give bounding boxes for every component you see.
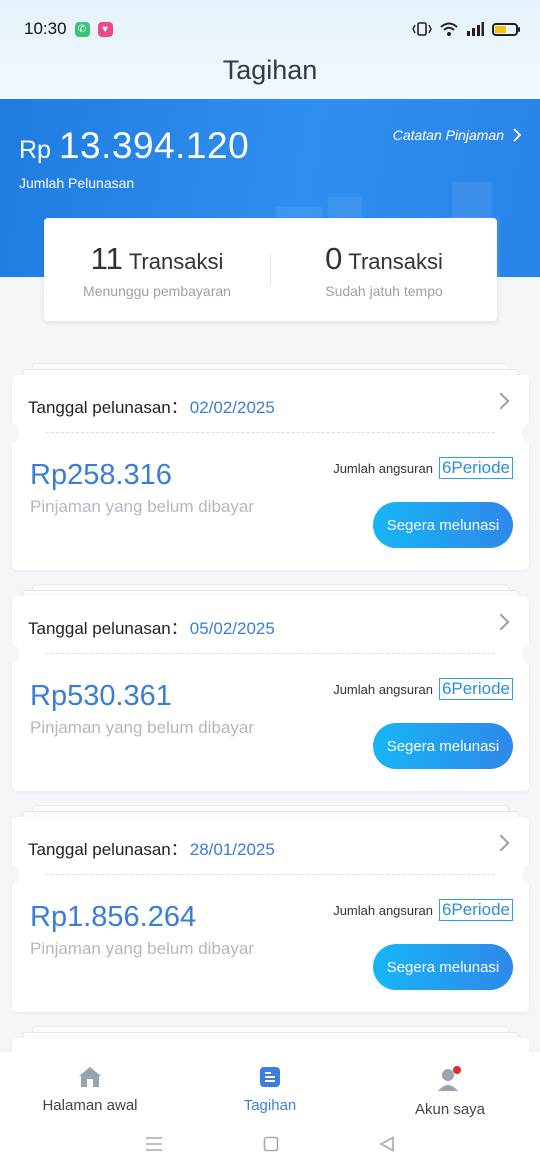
battery-icon: [492, 22, 520, 36]
chevron-right-icon: [513, 128, 522, 142]
menu-icon[interactable]: [145, 1137, 163, 1151]
overdue-transactions[interactable]: 0 Transaksi Sudah jatuh tempo: [271, 241, 497, 299]
due-date-label: Tanggal pelunasan：: [28, 619, 188, 638]
chevron-right-icon[interactable]: [492, 613, 510, 631]
total-amount: Rp 13.394.120: [19, 125, 249, 167]
installment-label: Jumlah angsuran: [333, 460, 433, 476]
currency-label: Rp: [19, 136, 51, 164]
wifi-icon: [440, 22, 458, 36]
overdue-label: Sudah jatuh tempo: [325, 282, 443, 299]
pending-label: Menunggu pembayaran: [83, 282, 231, 299]
total-amount-label: Jumlah Pelunasan: [19, 175, 135, 191]
nav-account-label: Akun saya: [414, 1101, 486, 1118]
page-title: Tagihan: [222, 55, 318, 85]
nav-account[interactable]: Akun saya: [360, 1052, 540, 1124]
installment-label: Jumlah angsuran: [333, 902, 433, 918]
account-icon: [438, 1066, 461, 1091]
installment-periods: 6Periode: [438, 678, 513, 700]
chevron-right-icon[interactable]: [492, 392, 510, 410]
due-date-row: Tanggal pelunasan： 02/02/2025: [28, 393, 275, 418]
loan-history-link[interactable]: Catatan Pinjaman: [393, 127, 522, 143]
nav-bills-label: Tagihan: [243, 1097, 297, 1114]
app-header: 10:30 ✆ ♥ Tagihan: [0, 0, 540, 99]
system-navigation: [0, 1124, 540, 1164]
home-square-icon[interactable]: [263, 1136, 279, 1152]
pay-now-button[interactable]: Segera melunasi: [373, 944, 513, 990]
unpaid-amount: Rp530.361: [30, 680, 172, 712]
unpaid-amount-label: Pinjaman yang belum dibayar: [30, 939, 254, 958]
due-date-row: Tanggal pelunasan： 05/02/2025: [28, 614, 275, 639]
due-date: 02/02/2025: [189, 398, 275, 417]
overdue-unit: Transaksi: [348, 248, 443, 274]
phone-app-icon: ✆: [74, 21, 90, 37]
overdue-count: 0: [325, 240, 343, 276]
pending-transactions[interactable]: 11 Transaksi Menunggu pembayaran: [44, 241, 270, 299]
vibrate-icon: [412, 22, 432, 36]
status-time: 10:30: [24, 19, 67, 38]
pay-now-button[interactable]: Segera melunasi: [373, 723, 513, 769]
bottom-navigation: Halaman awal Tagihan Akun saya: [0, 1052, 540, 1170]
nav-home-label: Halaman awal: [42, 1097, 138, 1114]
total-amount-value: 13.394.120: [58, 125, 250, 166]
chat-app-icon: ♥: [97, 21, 113, 37]
pending-count: 11: [90, 240, 123, 276]
due-date-row: Tanggal pelunasan： 28/01/2025: [28, 835, 275, 860]
due-date-label: Tanggal pelunasan：: [28, 398, 188, 417]
bill-icon: [260, 1067, 280, 1087]
bill-card[interactable]: Tanggal pelunasan： 05/02/2025 Rp530.361 P…: [5, 584, 536, 791]
transaction-summary: 11 Transaksi Menunggu pembayaran 0 Transak…: [44, 218, 497, 321]
due-date: 05/02/2025: [189, 619, 275, 638]
installment-periods: 6Periode: [438, 457, 513, 479]
due-date-label: Tanggal pelunasan：: [28, 840, 188, 859]
nav-bills[interactable]: Tagihan: [180, 1052, 360, 1124]
nav-home[interactable]: Halaman awal: [0, 1052, 180, 1124]
unpaid-amount: Rp1.856.264: [30, 901, 197, 933]
unpaid-amount-label: Pinjaman yang belum dibayar: [30, 497, 254, 516]
loan-history-label: Catatan Pinjaman: [392, 127, 504, 143]
installment-periods: 6Periode: [438, 899, 513, 921]
chevron-right-icon[interactable]: [492, 834, 510, 852]
bill-card[interactable]: Tanggal pelunasan： 02/02/2025 Rp258.316 P…: [5, 363, 536, 570]
unpaid-amount: Rp258.316: [30, 459, 172, 491]
home-icon: [79, 1067, 101, 1087]
status-bar: 10:30 ✆ ♥: [24, 18, 520, 40]
unpaid-amount-label: Pinjaman yang belum dibayar: [30, 718, 254, 737]
signal-icon: [467, 22, 484, 36]
pending-unit: Transaksi: [128, 248, 224, 274]
installment-label: Jumlah angsuran: [333, 681, 433, 697]
pay-now-button[interactable]: Segera melunasi: [373, 502, 513, 548]
bill-card[interactable]: Tanggal pelunasan： 28/01/2025 Rp1.856.264…: [5, 805, 536, 1012]
back-icon[interactable]: [379, 1136, 395, 1152]
due-date: 28/01/2025: [189, 840, 275, 859]
